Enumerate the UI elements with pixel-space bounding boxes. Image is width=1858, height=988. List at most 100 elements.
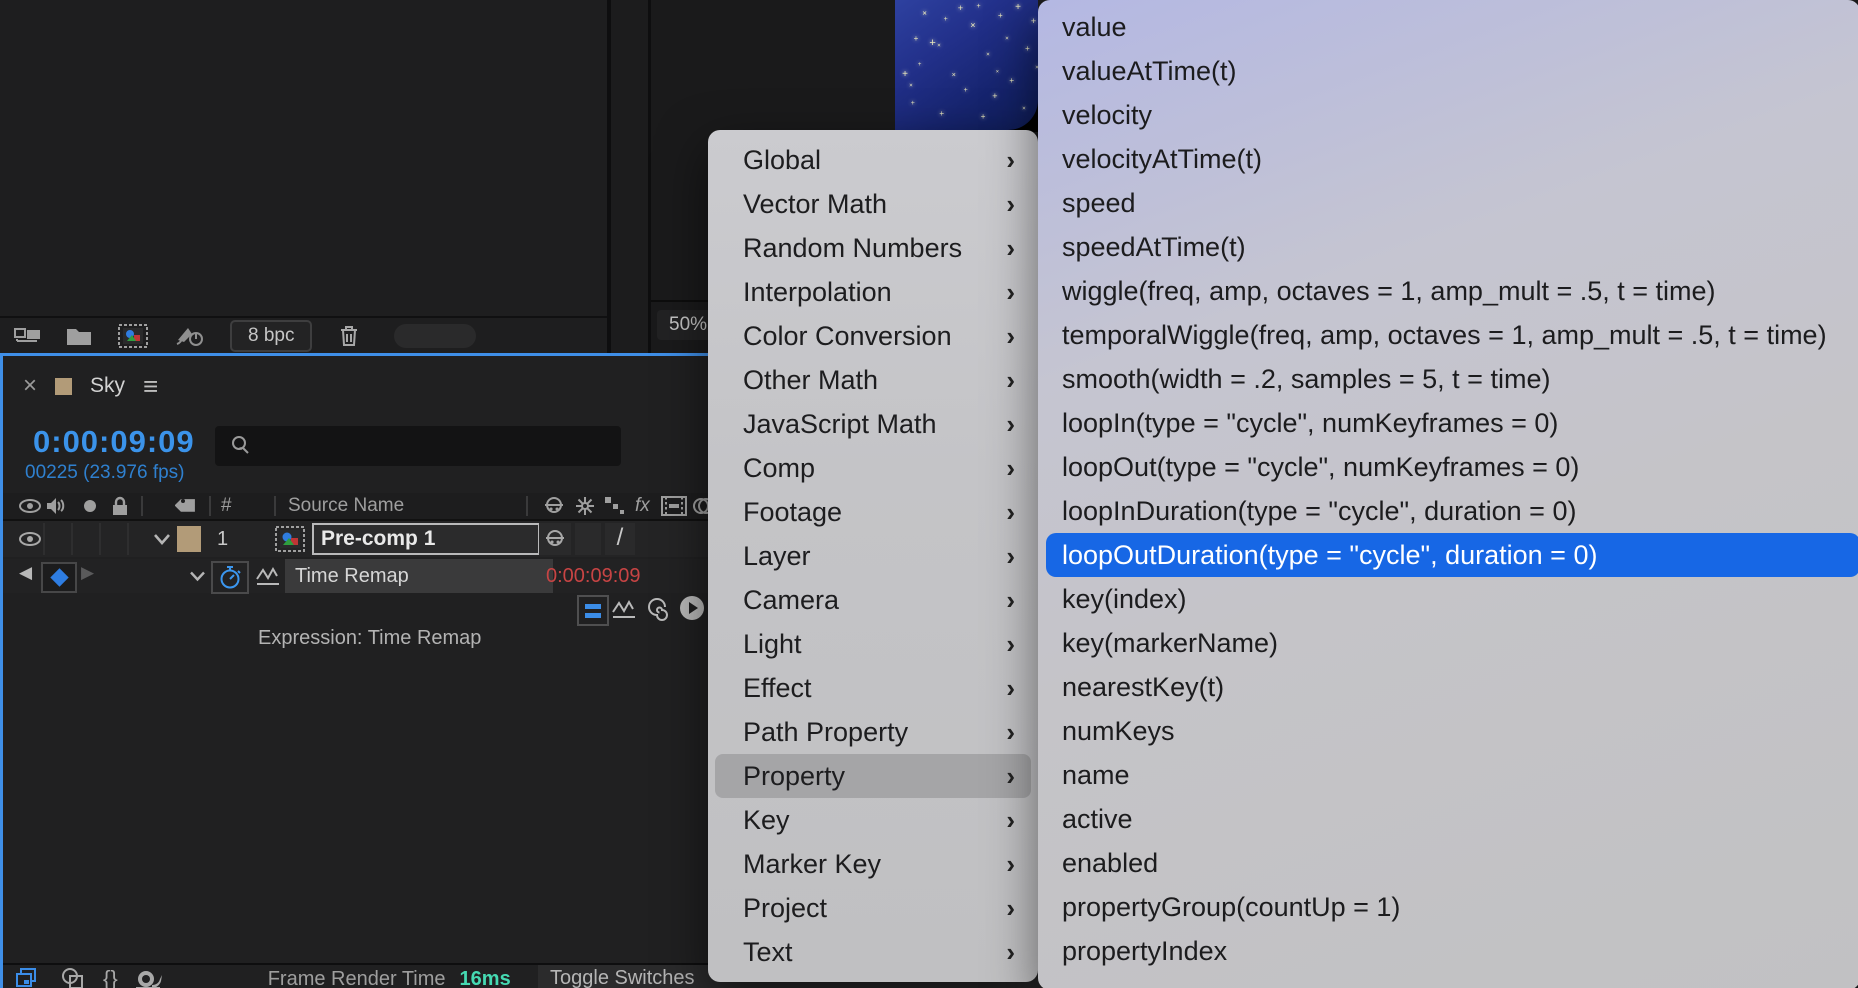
render-queue-icon[interactable] — [14, 325, 40, 347]
property-name[interactable]: Time Remap — [285, 559, 553, 593]
close-tab-icon[interactable]: × — [23, 372, 37, 400]
source-name-column-label[interactable]: Source Name — [288, 495, 404, 517]
submenu-item-enabled[interactable]: enabled — [1038, 841, 1858, 885]
render-snail-icon[interactable] — [134, 968, 164, 988]
menu-item-label: Project — [743, 892, 828, 923]
menu-item-interpolation[interactable]: Interpolation › — [715, 270, 1031, 314]
submenu-item-speed[interactable]: speed — [1038, 181, 1858, 225]
blend-modes-icon[interactable] — [61, 967, 85, 988]
submenu-item-key[interactable]: key(index) — [1038, 577, 1858, 621]
submenu-item-loopOutDuration[interactable]: loopOutDuration(type = "cycle", duration… — [1046, 533, 1858, 577]
menu-item-label: Path Property — [743, 716, 909, 747]
property-value[interactable]: 0:00:09:09 — [546, 565, 641, 588]
column-divider — [209, 496, 211, 516]
new-folder-icon[interactable] — [66, 326, 92, 346]
menu-item-other-math[interactable]: Other Math › — [715, 358, 1031, 402]
zoom-level-value: 50% — [669, 314, 708, 335]
layer-frameblend-switch[interactable] — [575, 523, 601, 555]
menu-item-label: Layer — [743, 540, 811, 571]
expression-language-menu: Global › Vector Math › Random Numbers › Interp… — [708, 130, 1038, 982]
menu-item-label: Random Numbers — [743, 232, 963, 263]
timeline-search-input[interactable] — [215, 426, 621, 466]
next-keyframe-icon[interactable]: ▶ — [81, 563, 94, 583]
submenu-item-loopOut[interactable]: loopOut(type = "cycle", numKeyframes = 0… — [1038, 445, 1858, 489]
layer-name[interactable]: Pre-comp 1 — [312, 523, 540, 555]
menu-item-label: Light — [743, 628, 802, 659]
menu-item-camera[interactable]: Camera › — [715, 578, 1031, 622]
layer-visibility-eye-icon[interactable] — [19, 532, 41, 546]
submenu-item-propertyGroup[interactable]: propertyGroup(countUp = 1) — [1038, 885, 1858, 929]
menu-item-footage[interactable]: Footage › — [715, 490, 1031, 534]
expression-enable-button[interactable] — [577, 595, 609, 626]
menu-item-light[interactable]: Light › — [715, 622, 1031, 666]
new-composition-icon[interactable] — [118, 323, 148, 348]
menu-item-vector-math[interactable]: Vector Math › — [715, 182, 1031, 226]
solo-column-icon — [83, 499, 97, 513]
submenu-item-active[interactable]: active — [1038, 797, 1858, 841]
menu-item-layer[interactable]: Layer › — [715, 534, 1031, 578]
submenu-item-name[interactable]: name — [1038, 753, 1858, 797]
column-divider — [526, 496, 528, 516]
menu-item-property[interactable]: Property › — [715, 754, 1031, 798]
menu-item-random-numbers[interactable]: Random Numbers › — [715, 226, 1031, 270]
menu-item-label: Marker Key — [743, 848, 882, 879]
menu-item-marker-key[interactable]: Marker Key › — [715, 842, 1031, 886]
submenu-item-propertyIndex[interactable]: propertyIndex — [1038, 929, 1858, 973]
layer-label-swatch[interactable] — [177, 526, 201, 552]
project-panel-toolbar: 8 bpc — [0, 316, 607, 353]
submenu-chevron-icon: › — [1006, 320, 1015, 351]
expression-language-menu-button[interactable] — [679, 595, 705, 621]
motion-blur-column-icon — [604, 496, 626, 516]
keyframe-toggle-box[interactable] — [41, 562, 77, 593]
menu-item-key[interactable]: Key › — [715, 798, 1031, 842]
menu-item-effect[interactable]: Effect › — [715, 666, 1031, 710]
bit-depth-button[interactable]: 8 bpc — [230, 319, 313, 352]
stopwatch-box[interactable] — [211, 561, 249, 594]
current-time-display[interactable]: 0:00:09:09 — [33, 424, 195, 460]
menu-item-comp[interactable]: Comp › — [715, 446, 1031, 490]
submenu-chevron-icon: › — [1006, 760, 1015, 791]
submenu-item-velocity[interactable]: velocity — [1038, 93, 1858, 137]
star-sparkle: + — [934, 41, 943, 50]
menu-item-javascript-math[interactable]: JavaScript Math › — [715, 402, 1031, 446]
property-submenu: value valueAtTime(t) velocity velocityAtTim… — [1038, 0, 1858, 988]
submenu-item-wiggle[interactable]: wiggle(freq, amp, octaves = 1, amp_mult … — [1038, 269, 1858, 313]
submenu-item-valueAtTime[interactable]: valueAtTime(t) — [1038, 49, 1858, 93]
graph-editor-set-icon[interactable] — [255, 566, 281, 586]
trash-icon[interactable] — [338, 324, 360, 348]
layer-quality-switch[interactable]: / — [605, 523, 635, 555]
submenu-item-speedAtTime[interactable]: speedAtTime(t) — [1038, 225, 1858, 269]
submenu-item-nearestKey[interactable]: nearestKey(t) — [1038, 665, 1858, 709]
prev-keyframe-icon[interactable]: ◀ — [19, 563, 32, 583]
submenu-item-value[interactable]: value — [1038, 5, 1858, 49]
pick-whip-icon[interactable] — [645, 597, 669, 621]
menu-item-project[interactable]: Project › — [715, 886, 1031, 930]
comp-mini-flowchart-icon[interactable] — [15, 967, 41, 988]
submenu-item-loopInDuration[interactable]: loopInDuration(type = "cycle", duration … — [1038, 489, 1858, 533]
expression-caption: Expression: Time Remap — [258, 627, 482, 649]
submenu-item-velocityAtTime[interactable]: velocityAtTime(t) — [1038, 137, 1858, 181]
menu-item-text[interactable]: Text › — [715, 930, 1031, 974]
lock-column-icon — [111, 496, 129, 516]
scrollbar-pill[interactable] — [394, 323, 477, 348]
submenu-item-smooth[interactable]: smooth(width = .2, samples = 5, t = time… — [1038, 357, 1858, 401]
tab-title[interactable]: Sky — [90, 374, 125, 398]
panel-menu-icon[interactable]: ≡ — [143, 371, 158, 402]
property-expand-chevron-icon[interactable] — [189, 571, 206, 582]
menu-item-global[interactable]: Global › — [715, 138, 1031, 182]
menu-item-label: Text — [743, 936, 793, 967]
expressions-braces-icon[interactable]: {} — [103, 966, 118, 988]
panel-divider — [607, 0, 611, 353]
menu-item-path-property[interactable]: Path Property › — [715, 710, 1031, 754]
gpu-acceleration-icon[interactable] — [174, 324, 204, 348]
layer-expand-chevron-icon[interactable] — [153, 533, 171, 545]
submenu-item-key[interactable]: key(markerName) — [1038, 621, 1858, 665]
label-column-icon — [175, 495, 199, 517]
submenu-item-numKeys[interactable]: numKeys — [1038, 709, 1858, 753]
expression-graph-icon[interactable] — [611, 598, 637, 620]
menu-item-color-conversion[interactable]: Color Conversion › — [715, 314, 1031, 358]
submenu-item-loopIn[interactable]: loopIn(type = "cycle", numKeyframes = 0) — [1038, 401, 1858, 445]
submenu-item-temporalWiggle[interactable]: temporalWiggle(freq, amp, octaves = 1, a… — [1038, 313, 1858, 357]
column-divider — [274, 496, 276, 516]
layer-shy-switch[interactable] — [539, 523, 571, 555]
